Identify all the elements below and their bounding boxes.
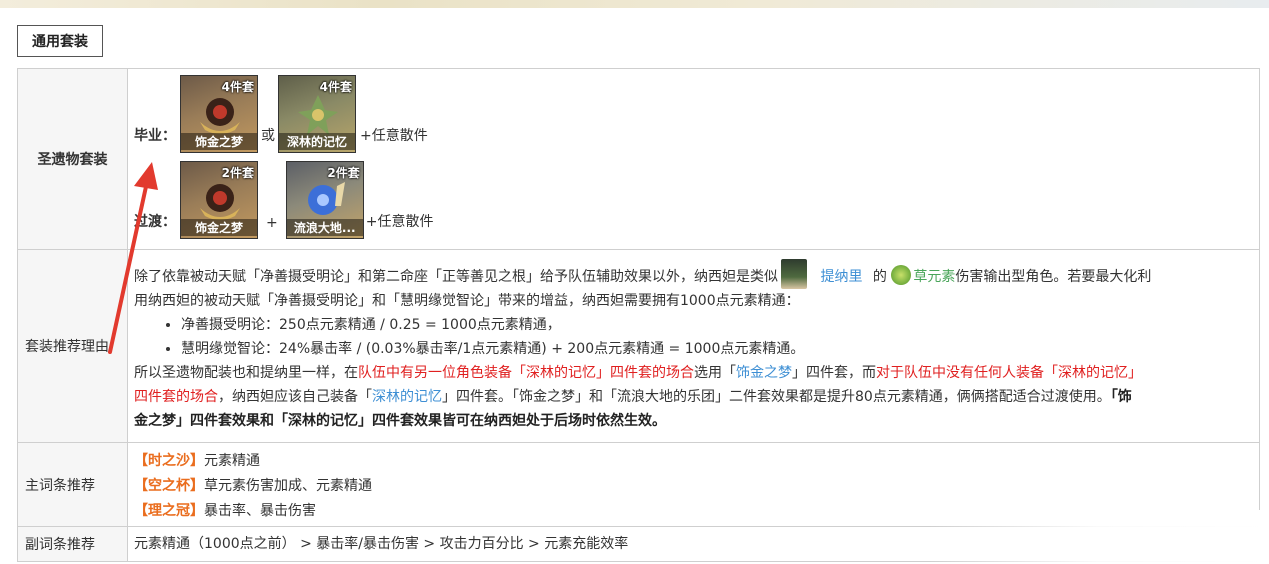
top-banner-strip (0, 0, 1269, 8)
or-separator: 或 (261, 128, 275, 144)
reason-text: 的 (872, 269, 887, 285)
row-header-reason: 套装推荐理由 (18, 250, 128, 442)
highlight-red: 四件套的场合 (134, 389, 218, 405)
row-main-stats: 主词条推荐 【时之沙】元素精通 【空之杯】草元素伤害加成、元素精通 【理之冠】暴… (18, 443, 1259, 527)
row-reason: 套装推荐理由 除了依靠被动天赋「净善摄受明论」和第二命座「正等善见之根」给予队伍… (18, 250, 1259, 443)
reason-text: 所以圣遗物配装也和提纳里一样，在 (134, 365, 358, 381)
reason-bullets: 净善摄受明论：250点元素精通 / 0.25 = 1000点元素精通， 慧明缘觉… (134, 313, 1251, 361)
row-header-main-stats: 主词条推荐 (18, 443, 128, 526)
artifact-icon-deepwood-4pc[interactable]: 4件套 深林的记忆 (278, 75, 356, 153)
list-item: 慧明缘觉智论：24%暴击率 / (0.03%暴击率/1点元素精通) + 200点… (181, 337, 1251, 361)
artifact-name: 流浪大地... (286, 219, 363, 236)
list-item: 净善摄受明论：250点元素精通 / 0.25 = 1000点元素精通， (181, 313, 1251, 337)
main-stat-goblet: 【空之杯】草元素伤害加成、元素精通 (134, 474, 1259, 499)
dendro-element-icon (891, 265, 912, 285)
main-stats-content: 【时之沙】元素精通 【空之杯】草元素伤害加成、元素精通 【理之冠】暴击率、暴击伤… (128, 443, 1259, 526)
set-badge: 4件套 (221, 80, 254, 94)
main-stat-sands: 【时之沙】元素精通 (134, 449, 1259, 474)
highlight-red: 对于队伍中没有任何人装备「深林的记忆」 (876, 365, 1142, 381)
set-badge: 2件套 (221, 166, 254, 180)
sub-stats-content: 元素精通（1000点之前） > 暴击率/暴击伤害 > 攻击力百分比 > 元素充能… (134, 536, 629, 552)
row-sub-stats: 副词条推荐 元素精通（1000点之前） > 暴击率/暴击伤害 > 攻击力百分比 … (18, 527, 1259, 561)
artifact-icon-wanderers-troupe-2pc[interactable]: 2件套 流浪大地... (285, 161, 364, 239)
set-badge: 4件套 (319, 80, 352, 94)
artifact-icon-gilded-dreams-2pc[interactable]: 2件套 饰金之梦 (180, 161, 258, 239)
best-tail: +任意散件 (360, 128, 428, 144)
link-gilded-dreams[interactable]: 饰金之梦 (736, 365, 792, 381)
reason-text: ，纳西妲应该自己装备「 (218, 389, 372, 405)
artifact-name: 深林的记忆 (279, 133, 355, 150)
bold-text: 「饰 (1110, 389, 1132, 405)
transition-label: 过渡： (134, 214, 176, 230)
row-header-sub-stats: 副词条推荐 (18, 527, 128, 561)
reason-content: 除了依靠被动天赋「净善摄受明论」和第二命座「正等善见之根」给予队伍辅助效果以外，… (128, 250, 1259, 442)
best-line: 毕业： 4件套 饰金之梦 或 4件套 深林的记忆 +任意散件 (134, 69, 1259, 153)
reason-text: 」四件套。「饰金之梦」和「流浪大地的乐团」二件套效果都是提升80点元素精通，俩俩… (442, 389, 1111, 405)
best-label: 毕业： (134, 128, 176, 144)
transition-line: 过渡： 2件套 饰金之梦 + 2件套 流浪大地... +任意散件 (134, 153, 1259, 239)
artifact-name: 饰金之梦 (181, 219, 257, 236)
stat-tag: 【时之沙】 (134, 453, 204, 469)
reason-line-3: 所以圣遗物配装也和提纳里一样，在队伍中有另一位角色装备「深林的记忆」四件套的场合… (134, 361, 1251, 385)
link-tighnari[interactable]: 提纳里 (820, 269, 862, 285)
tab-general-set[interactable]: 通用套装 (17, 25, 103, 57)
stat-value: 草元素伤害加成、元素精通 (204, 478, 372, 494)
link-dendro[interactable]: 草元素 (913, 269, 955, 285)
link-deepwood[interactable]: 深林的记忆 (372, 389, 442, 405)
row-header-artifact-set: 圣遗物套装 (18, 69, 128, 249)
row-artifact-set: 圣遗物套装 毕业： 4件套 饰金之梦 或 4件套 深林的记忆 +任意散件 过渡：… (18, 69, 1259, 250)
stat-tag: 【空之杯】 (134, 478, 204, 494)
reason-text: 选用「 (694, 365, 736, 381)
reason-line-1: 除了依靠被动天赋「净善摄受明论」和第二命座「正等善见之根」给予队伍辅助效果以外，… (134, 259, 1251, 289)
reason-text: 」四件套，而 (792, 365, 876, 381)
artifact-set-content: 毕业： 4件套 饰金之梦 或 4件套 深林的记忆 +任意散件 过渡： 2件套 饰… (128, 69, 1259, 249)
reason-text: 伤害输出型角色。若要最大化利 (955, 269, 1152, 285)
artifact-table: 圣遗物套装 毕业： 4件套 饰金之梦 或 4件套 深林的记忆 +任意散件 过渡：… (17, 68, 1260, 562)
stat-value: 暴击率、暴击伤害 (204, 503, 316, 519)
reason-line-5: 金之梦」四件套效果和「深林的记忆」四件套效果皆可在纳西妲处于后场时依然生效。 (134, 413, 666, 429)
plus-separator: + (266, 215, 278, 231)
set-badge: 2件套 (327, 166, 360, 180)
main-stat-circlet: 【理之冠】暴击率、暴击伤害 (134, 499, 1259, 524)
reason-line-4: 四件套的场合，纳西妲应该自己装备「深林的记忆」四件套。「饰金之梦」和「流浪大地的… (134, 385, 1251, 409)
reason-text: 除了依靠被动天赋「净善摄受明论」和第二命座「正等善见之根」给予队伍辅助效果以外，… (134, 269, 778, 285)
stat-tag: 【理之冠】 (134, 503, 204, 519)
reason-line-2: 用纳西妲的被动天赋「净善摄受明论」和「慧明缘觉智论」带来的增益，纳西妲需要拥有1… (134, 293, 800, 309)
artifact-name: 饰金之梦 (181, 133, 257, 150)
highlight-red: 队伍中有另一位角色装备「深林的记忆」四件套的场合 (358, 365, 694, 381)
stat-value: 元素精通 (204, 453, 260, 469)
avatar-tighnari-icon (781, 259, 807, 289)
transition-tail: +任意散件 (365, 214, 434, 230)
artifact-icon-gilded-dreams-4pc[interactable]: 4件套 饰金之梦 (180, 75, 258, 153)
